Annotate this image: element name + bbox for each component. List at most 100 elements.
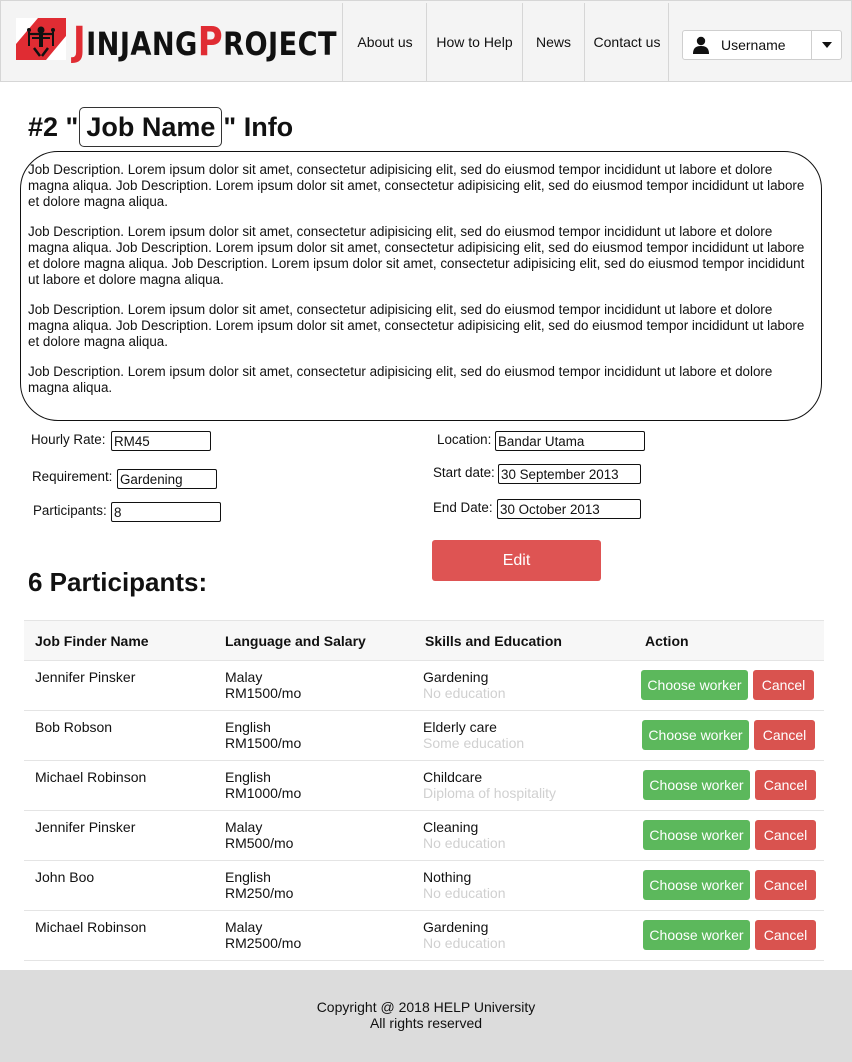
cancel-button[interactable]: Cancel bbox=[754, 720, 815, 750]
description-paragraph: Job Description. Lorem ipsum dolor sit a… bbox=[28, 162, 805, 209]
participant-salary: RM1500/mo bbox=[225, 735, 302, 751]
footer-copyright: Copyright @ 2018 HELP University bbox=[316, 999, 536, 1015]
chevron-down-icon bbox=[821, 42, 832, 48]
participant-language: English bbox=[225, 719, 271, 735]
participants-label: Participants: bbox=[33, 503, 107, 518]
language-salary-cell: Malay RM500/mo bbox=[225, 819, 293, 851]
participant-education: No education bbox=[423, 935, 506, 951]
language-salary-cell: Malay RM2500/mo bbox=[225, 919, 301, 951]
participant-name: Bob Robson bbox=[35, 719, 113, 735]
table-row: Bob Robson English RM1500/mo Elderly care… bbox=[24, 711, 824, 761]
language-salary-cell: English RM1500/mo bbox=[225, 719, 301, 751]
end-date-label: End Date: bbox=[433, 500, 493, 515]
table-row: Michael Robinson Malay RM2500/mo Gardenin… bbox=[24, 911, 824, 961]
skills-education-cell: Elderly care Some education bbox=[423, 719, 524, 751]
participant-language: Malay bbox=[225, 669, 263, 685]
user-dropdown[interactable]: Username bbox=[682, 30, 842, 60]
site-footer: Copyright @ 2018 HELP University All rig… bbox=[0, 970, 852, 1062]
participant-name: John Boo bbox=[35, 869, 95, 885]
participants-table: Job Finder Name Language and Salary Skil… bbox=[24, 620, 824, 961]
choose-worker-button[interactable]: Choose worker bbox=[643, 920, 750, 950]
user-icon bbox=[693, 36, 709, 54]
participant-language: Malay bbox=[225, 819, 263, 835]
description-paragraph: Job Description. Lorem ipsum dolor sit a… bbox=[28, 364, 773, 395]
site-header: JINJANGPROJECT About us How to Help News… bbox=[0, 0, 852, 82]
start-date-input[interactable] bbox=[498, 464, 641, 484]
participant-language: English bbox=[225, 869, 271, 885]
cancel-button[interactable]: Cancel bbox=[753, 670, 814, 700]
column-header-name: Job Finder Name bbox=[35, 633, 149, 649]
language-salary-cell: English RM250/mo bbox=[225, 869, 293, 901]
participant-name: Jennifer Pinsker bbox=[35, 819, 136, 835]
skills-education-cell: Gardening No education bbox=[423, 919, 506, 951]
participant-education: No education bbox=[423, 835, 506, 851]
participant-skill: Childcare bbox=[423, 769, 483, 785]
participant-salary: RM1500/mo bbox=[225, 685, 302, 701]
skills-education-cell: Gardening No education bbox=[423, 669, 506, 701]
skills-education-cell: Cleaning No education bbox=[423, 819, 506, 851]
end-date-input[interactable] bbox=[497, 499, 641, 519]
choose-worker-button[interactable]: Choose worker bbox=[641, 670, 748, 700]
column-header-action: Action bbox=[645, 633, 689, 649]
participant-education: Some education bbox=[423, 735, 525, 751]
hourly-rate-input[interactable] bbox=[111, 431, 211, 451]
participant-name: Michael Robinson bbox=[35, 919, 147, 935]
participant-name: Jennifer Pinsker bbox=[35, 669, 136, 685]
participant-salary: RM250/mo bbox=[225, 885, 294, 901]
choose-worker-button[interactable]: Choose worker bbox=[643, 870, 750, 900]
table-header: Job Finder Name Language and Salary Skil… bbox=[24, 620, 824, 661]
job-name-field[interactable]: Job Name bbox=[79, 107, 223, 147]
participant-salary: RM500/mo bbox=[225, 835, 294, 851]
page-title: #2 " Job Name " Info bbox=[28, 106, 293, 148]
brand-initial-j: J bbox=[73, 19, 87, 65]
participant-education: No education bbox=[423, 685, 506, 701]
jinjang-logo-icon[interactable] bbox=[16, 18, 66, 60]
choose-worker-button[interactable]: Choose worker bbox=[643, 770, 750, 800]
cancel-button[interactable]: Cancel bbox=[755, 870, 816, 900]
participant-skill: Nothing bbox=[423, 869, 472, 885]
cancel-button[interactable]: Cancel bbox=[755, 920, 816, 950]
location-label: Location: bbox=[437, 432, 492, 447]
brand-initial-p: P bbox=[197, 19, 224, 65]
table-row: John Boo English RM250/mo Nothing No educa… bbox=[24, 861, 824, 911]
participant-skill: Gardening bbox=[423, 919, 489, 935]
participants-heading: 6 Participants: bbox=[28, 567, 208, 597]
description-paragraph: Job Description. Lorem ipsum dolor sit a… bbox=[28, 224, 805, 287]
participant-education: No education bbox=[423, 885, 506, 901]
brand-name[interactable]: JINJANGPROJECT bbox=[73, 17, 337, 69]
brand-word-1: INJANG bbox=[86, 25, 198, 63]
participants-input[interactable] bbox=[111, 502, 221, 522]
nav-about-us[interactable]: About us bbox=[342, 3, 427, 82]
participant-language: Malay bbox=[225, 919, 263, 935]
title-prefix: #2 " bbox=[28, 111, 79, 142]
participant-skill: Elderly care bbox=[423, 719, 497, 735]
edit-button[interactable]: Edit bbox=[432, 540, 601, 581]
username-label: Username bbox=[721, 37, 786, 53]
column-header-skills-education: Skills and Education bbox=[425, 633, 562, 649]
nav-contact-us[interactable]: Contact us bbox=[584, 3, 669, 82]
participant-salary: RM2500/mo bbox=[225, 935, 302, 951]
title-suffix: " Info bbox=[223, 111, 294, 142]
location-input[interactable] bbox=[495, 431, 645, 451]
table-row: Jennifer Pinsker Malay RM500/mo Cleaning N… bbox=[24, 811, 824, 861]
cancel-button[interactable]: Cancel bbox=[755, 820, 816, 850]
footer-rights: All rights reserved bbox=[369, 1015, 483, 1031]
nav-how-to-help[interactable]: How to Help bbox=[426, 3, 522, 82]
participant-skill: Gardening bbox=[423, 669, 489, 685]
dropdown-toggle[interactable] bbox=[811, 31, 841, 59]
column-header-language-salary: Language and Salary bbox=[225, 633, 366, 649]
participant-language: English bbox=[225, 769, 271, 785]
participant-skill: Cleaning bbox=[423, 819, 479, 835]
skills-education-cell: Childcare Diploma of hospitality bbox=[423, 769, 556, 801]
participant-salary: RM1000/mo bbox=[225, 785, 302, 801]
requirement-label: Requirement: bbox=[32, 469, 113, 484]
brand-word-2: ROJECT bbox=[223, 25, 337, 63]
table-row: Jennifer Pinsker Malay RM1500/mo Gardenin… bbox=[24, 661, 824, 711]
nav-news[interactable]: News bbox=[522, 3, 584, 82]
cancel-button[interactable]: Cancel bbox=[755, 770, 816, 800]
choose-worker-button[interactable]: Choose worker bbox=[642, 720, 749, 750]
choose-worker-button[interactable]: Choose worker bbox=[643, 820, 750, 850]
requirement-input[interactable] bbox=[117, 469, 217, 489]
participant-education: Diploma of hospitality bbox=[423, 785, 557, 801]
job-description-box[interactable]: Job Description. Lorem ipsum dolor sit a… bbox=[20, 151, 822, 421]
